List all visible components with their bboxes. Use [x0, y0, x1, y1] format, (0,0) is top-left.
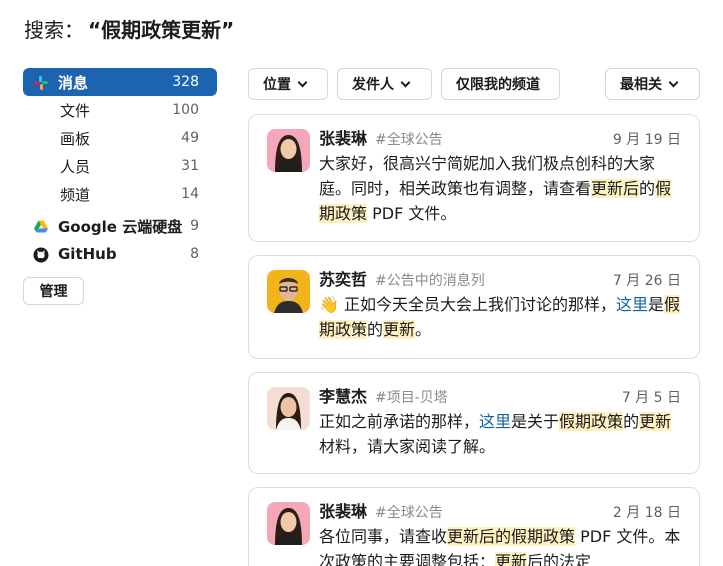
- message-author: 张裴琳 #全球公告: [319, 125, 443, 149]
- sender-filter[interactable]: 发件人: [337, 68, 432, 100]
- message-result[interactable]: 李慧杰 #项目-贝塔 7 月 5 日 正如之前承诺的那样，这里是关于假期政策的更新…: [248, 372, 700, 474]
- text-segment: 的: [367, 320, 384, 339]
- search-label: 搜索：: [24, 18, 84, 42]
- sort-dropdown-label: 最相关: [620, 77, 662, 93]
- sidebar-item-label: 画板: [60, 129, 91, 148]
- sidebar-item-label: Google 云端硬盘: [58, 217, 183, 236]
- search-heading: 搜索： “假期政策更新”: [24, 16, 234, 44]
- google-drive-icon: [34, 220, 48, 233]
- sidebar-item-count: 14: [181, 186, 199, 202]
- sidebar-item-label: 频道: [60, 185, 91, 204]
- text-segment: 是关于: [511, 412, 560, 431]
- message-author: 苏奕哲 #公告中的消息列: [319, 266, 485, 290]
- message-link[interactable]: 这里: [616, 295, 648, 314]
- sort-dropdown[interactable]: 最相关: [605, 68, 700, 100]
- location-filter-label: 位置: [263, 77, 291, 93]
- sidebar-item-label: GitHub: [58, 245, 117, 263]
- message-result[interactable]: 苏奕哲 #公告中的消息列 7 月 26 日 👋 正如今天全员大会上我们讨论的那样，…: [248, 255, 700, 359]
- sidebar-item-count: 100: [172, 102, 199, 118]
- highlighted-term: 后: [623, 179, 640, 198]
- sidebar-item-count: 49: [181, 130, 199, 146]
- text-segment: PDF 文件。: [367, 204, 457, 223]
- sidebar-item-google-drive[interactable]: Google 云端硬盘 9: [23, 212, 217, 240]
- sidebar-item-count: 9: [190, 218, 199, 234]
- channel-link[interactable]: #公告中的消息列: [375, 273, 485, 289]
- sidebar-item-messages[interactable]: 消息 328: [23, 68, 217, 96]
- avatar: [267, 502, 310, 545]
- chevron-down-icon: [400, 77, 411, 87]
- avatar: [267, 129, 310, 172]
- sidebar-item-label: 人员: [60, 157, 91, 176]
- my-channels-filter-label: 仅限我的频道: [456, 77, 540, 93]
- channel-link[interactable]: #全球公告: [375, 132, 443, 148]
- message-text: 👋 正如今天全员大会上我们讨论的那样，这里是假期政策的更新。: [319, 292, 681, 342]
- slack-icon: [34, 76, 48, 90]
- message-text: 正如之前承诺的那样，这里是关于假期政策的更新材料，请大家阅读了解。: [319, 409, 681, 459]
- sidebar-item-channels[interactable]: 频道 14: [23, 180, 217, 208]
- text-segment: 。: [415, 320, 432, 339]
- sidebar-item-label: 文件: [60, 101, 91, 120]
- channel-link[interactable]: #项目-贝塔: [375, 390, 448, 406]
- message-text: 大家好，很高兴宁简妮加入我们极点创科的大家庭。同时，相关政策也有调整，请查看更新…: [319, 151, 681, 226]
- author-name: 苏奕哲: [319, 270, 368, 289]
- sidebar-item-count: 31: [181, 158, 199, 174]
- text-segment: 的: [639, 179, 656, 198]
- author-name: 张裴琳: [319, 502, 368, 521]
- message-date: 7 月 5 日: [621, 390, 681, 406]
- highlighted-term: 更新后的假期政策: [447, 527, 576, 546]
- sidebar-item-files[interactable]: 文件 100: [23, 96, 217, 124]
- message-link[interactable]: 这里: [479, 412, 511, 431]
- text-segment: 正如之前承诺的那样，: [319, 412, 480, 431]
- chevron-down-icon: [668, 77, 679, 87]
- message-text: 各位同事，请查收更新后的假期政策 PDF 文件。本次政策的主要调整包括：更新后的…: [319, 524, 681, 566]
- text-segment: 👋 正如今天全员大会上我们讨论的那样，: [319, 295, 617, 314]
- message-date: 9 月 19 日: [612, 132, 681, 148]
- message-result[interactable]: 张裴琳 #全球公告 9 月 19 日 大家好，很高兴宁简妮加入我们极点创科的大家庭…: [248, 114, 700, 242]
- sidebar-item-count: 328: [172, 74, 199, 90]
- sidebar-item-github[interactable]: GitHub 8: [23, 240, 217, 268]
- sidebar-item-people[interactable]: 人员 31: [23, 152, 217, 180]
- author-name: 李慧杰: [319, 387, 368, 406]
- location-filter[interactable]: 位置: [248, 68, 328, 100]
- search-query: “假期政策更新”: [88, 18, 235, 42]
- text-segment: 的: [623, 412, 640, 431]
- avatar: [267, 387, 310, 430]
- text-segment: 材料，请大家阅读了解。: [319, 437, 496, 456]
- sender-filter-label: 发件人: [352, 77, 394, 93]
- sidebar-item-count: 8: [190, 246, 199, 262]
- message-date: 2 月 18 日: [612, 505, 681, 521]
- filter-bar: 位置 发件人 仅限我的频道 最相关: [248, 68, 700, 100]
- github-icon: [33, 247, 49, 263]
- highlighted-term: 假期政策: [559, 412, 624, 431]
- highlighted-term: 更新: [495, 552, 528, 566]
- channel-link[interactable]: #全球公告: [375, 505, 443, 521]
- highlighted-term: 更新: [639, 412, 672, 431]
- message-author: 张裴琳 #全球公告: [319, 498, 443, 522]
- text-segment: 是: [648, 295, 665, 314]
- avatar: [267, 270, 310, 313]
- author-name: 张裴琳: [319, 129, 368, 148]
- my-channels-filter[interactable]: 仅限我的频道: [441, 68, 560, 100]
- sidebar-item-canvases[interactable]: 画板 49: [23, 124, 217, 152]
- manage-button[interactable]: 管理: [23, 277, 84, 305]
- chevron-down-icon: [297, 77, 308, 87]
- message-result[interactable]: 张裴琳 #全球公告 2 月 18 日 各位同事，请查收更新后的假期政策 PDF 文…: [248, 487, 700, 566]
- sidebar-item-label: 消息: [58, 73, 89, 92]
- message-author: 李慧杰 #项目-贝塔: [319, 383, 448, 407]
- text-segment: 各位同事，请查收: [319, 527, 448, 546]
- highlighted-term: 更新: [383, 320, 416, 339]
- message-date: 7 月 26 日: [612, 273, 681, 289]
- text-segment: 后的法定: [527, 552, 592, 566]
- highlighted-term: 更新: [591, 179, 624, 198]
